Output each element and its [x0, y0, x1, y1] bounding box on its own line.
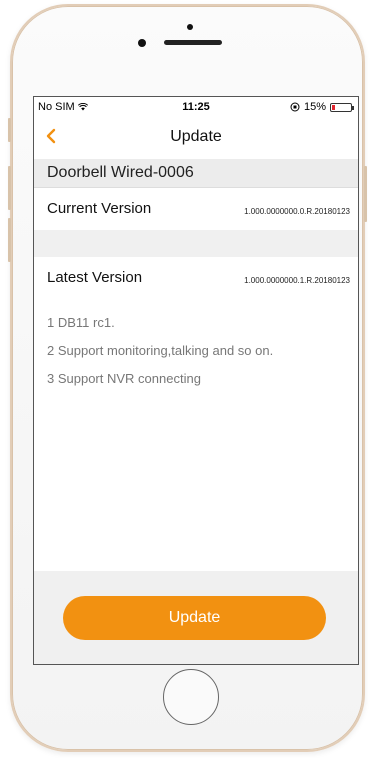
device-header: Doorbell Wired-0006 — [34, 159, 358, 188]
orientation-lock-icon — [290, 102, 300, 112]
page-title: Update — [170, 128, 222, 145]
power-button — [364, 166, 367, 222]
battery-percent: 15% — [303, 101, 326, 113]
battery-icon — [330, 102, 354, 112]
silent-switch — [8, 118, 11, 142]
battery-fill — [332, 104, 335, 110]
release-note-item: 1 DB11 rc1. — [47, 315, 115, 330]
latest-version-label: Latest Version — [47, 269, 143, 286]
status-bar: No SIM 11:25 15% — [34, 97, 358, 117]
volume-up-button — [8, 166, 11, 210]
app-screen: No SIM 11:25 15% Update Doorbell Wired-0… — [33, 96, 359, 665]
navigation-bar: Update — [34, 117, 358, 160]
latest-version-section: Latest Version 1.000.0000000.1.R.2018012… — [34, 257, 358, 571]
front-camera — [138, 39, 146, 47]
latest-version-value: 1.000.0000000.1.R.20180123 — [244, 276, 350, 285]
current-version-label: Current Version — [47, 200, 152, 217]
earpiece-speaker — [164, 40, 222, 45]
device-name: Doorbell Wired-0006 — [47, 164, 194, 181]
status-battery-group: 15% — [290, 101, 354, 113]
release-notes: 1 DB11 rc1. 2 Support monitoring,talking… — [47, 309, 350, 393]
home-button[interactable] — [163, 669, 219, 725]
update-button[interactable]: Update — [63, 596, 326, 640]
latest-version-row: Latest Version 1.000.0000000.1.R.2018012… — [34, 257, 358, 299]
volume-down-button — [8, 218, 11, 262]
current-version-row: Current Version 1.000.0000000.0.R.201801… — [34, 188, 358, 230]
release-note-item: 2 Support monitoring,talking and so on. — [47, 343, 274, 358]
release-note-item: 3 Support NVR connecting — [47, 371, 201, 386]
current-version-value: 1.000.0000000.0.R.20180123 — [244, 207, 350, 216]
battery-tip — [352, 105, 354, 110]
proximity-sensor — [187, 24, 193, 30]
